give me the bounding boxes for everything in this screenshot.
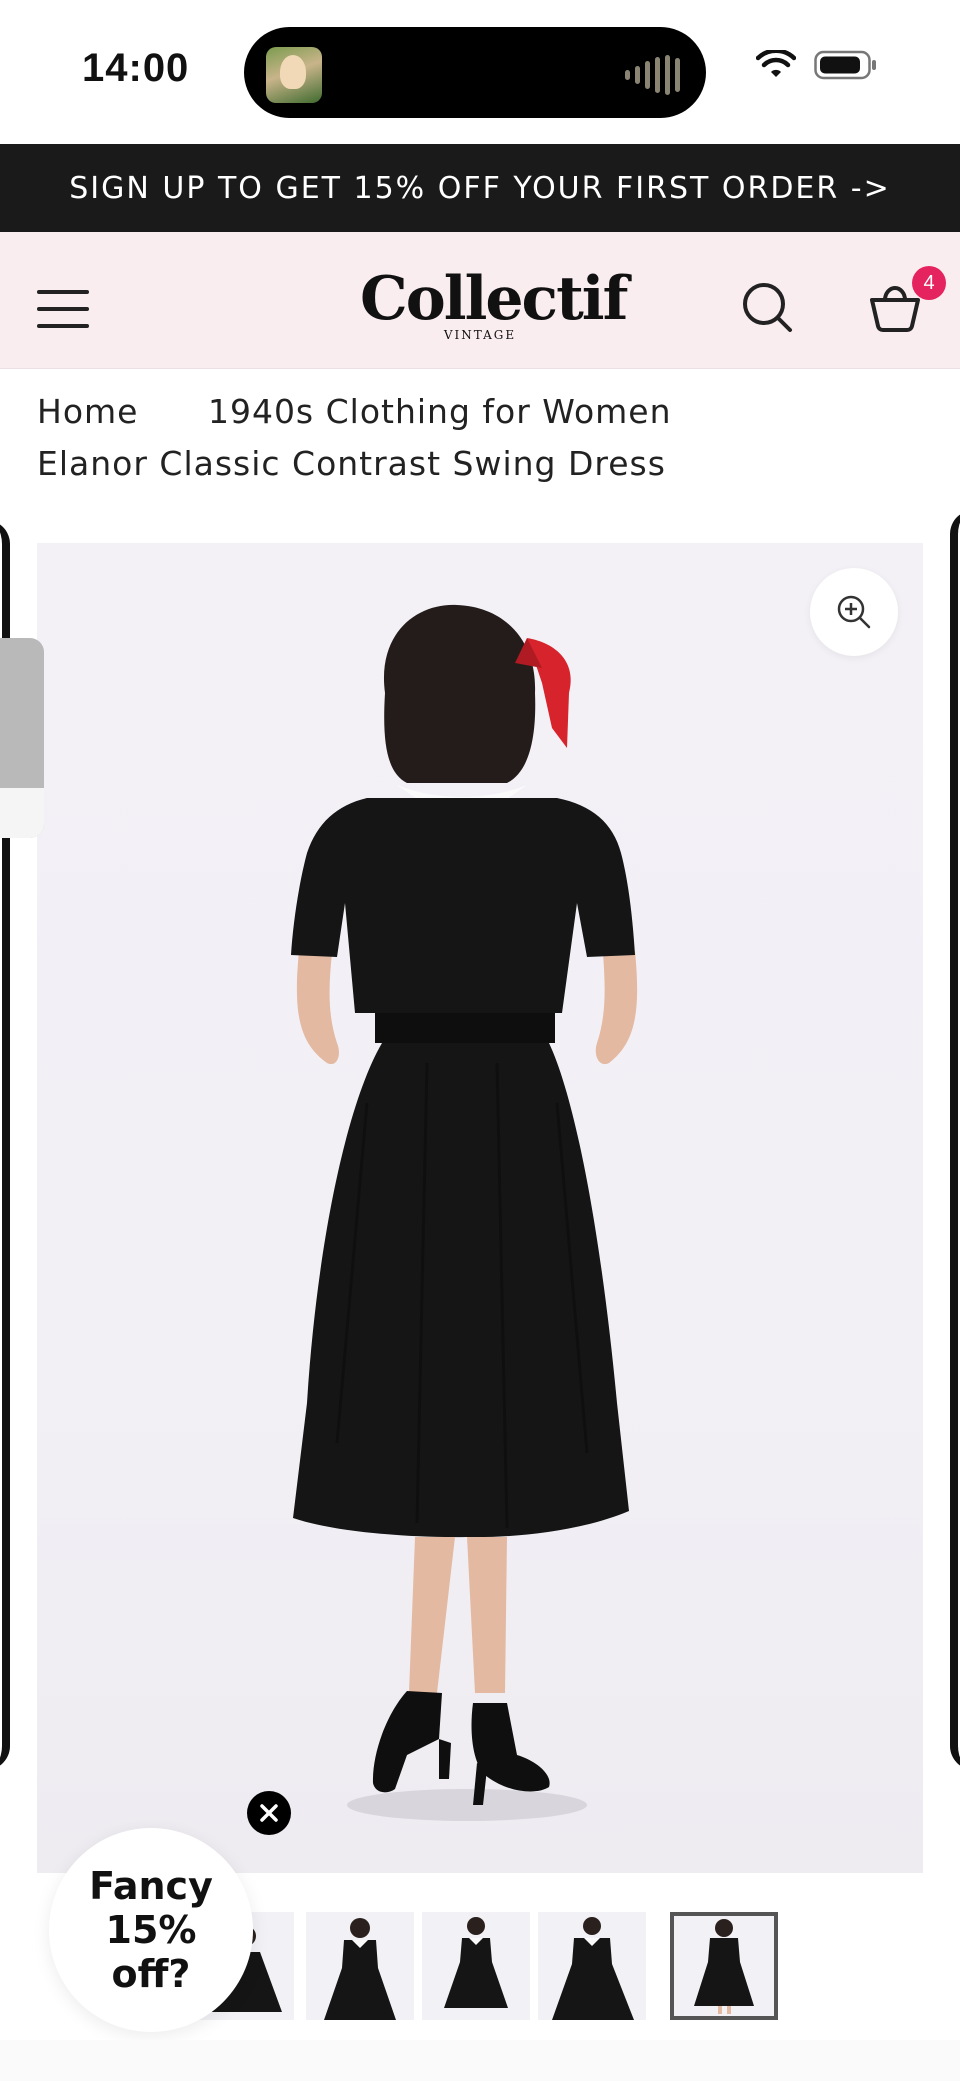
search-icon[interactable] [742, 282, 794, 334]
audio-waveform-icon [625, 55, 680, 95]
discount-popup[interactable]: Fancy 15% off? [49, 1828, 253, 2032]
bottom-area [0, 2040, 960, 2081]
status-time: 14:00 [82, 46, 190, 90]
breadcrumb-current: Elanor Classic Contrast Swing Dress [37, 444, 666, 483]
promo-text[interactable]: SIGN UP TO GET 15% OFF YOUR FIRST ORDER … [69, 171, 890, 206]
dress-photo [291, 604, 638, 1821]
menu-icon[interactable] [37, 290, 89, 328]
logo-text: Collectif [360, 264, 628, 334]
thumbnail-image [324, 1918, 396, 2020]
screen-edge-right [950, 510, 960, 1770]
thumbnail-strip [190, 1898, 793, 2034]
thumbnail-2[interactable] [306, 1912, 414, 2020]
product-image[interactable] [37, 543, 923, 1873]
promo-banner[interactable]: SIGN UP TO GET 15% OFF YOUR FIRST ORDER … [0, 144, 960, 232]
logo[interactable]: Collectif VINTAGE [360, 264, 628, 349]
breadcrumb-category[interactable]: 1940s Clothing for Women [208, 392, 672, 431]
thumbnail-3[interactable] [422, 1912, 530, 2020]
close-icon[interactable] [247, 1791, 291, 1835]
thumbnail-5[interactable] [670, 1912, 778, 2020]
zoom-in-icon [837, 595, 871, 629]
now-playing-artwork [266, 47, 322, 103]
zoom-button[interactable] [810, 568, 898, 656]
thumbnail-image [694, 1919, 754, 2014]
thumbnail-image [552, 1917, 634, 2020]
thumbnail-4[interactable] [538, 1912, 646, 2020]
battery-icon [814, 50, 876, 80]
wifi-icon [756, 50, 796, 77]
breadcrumb: Home 1940s Clothing for Women Elanor Cla… [37, 386, 877, 490]
breadcrumb-home[interactable]: Home [37, 392, 138, 431]
status-icons [756, 50, 878, 80]
thumbnail-image [444, 1917, 508, 2008]
cart-count-badge: 4 [912, 266, 946, 300]
side-handle-footer [0, 788, 44, 838]
site-header: Collectif VINTAGE [0, 232, 960, 369]
discount-popup-text[interactable]: Fancy 15% off? [66, 1864, 236, 1996]
status-bar: 14:00 [0, 0, 960, 144]
dynamic-island[interactable] [244, 27, 706, 118]
